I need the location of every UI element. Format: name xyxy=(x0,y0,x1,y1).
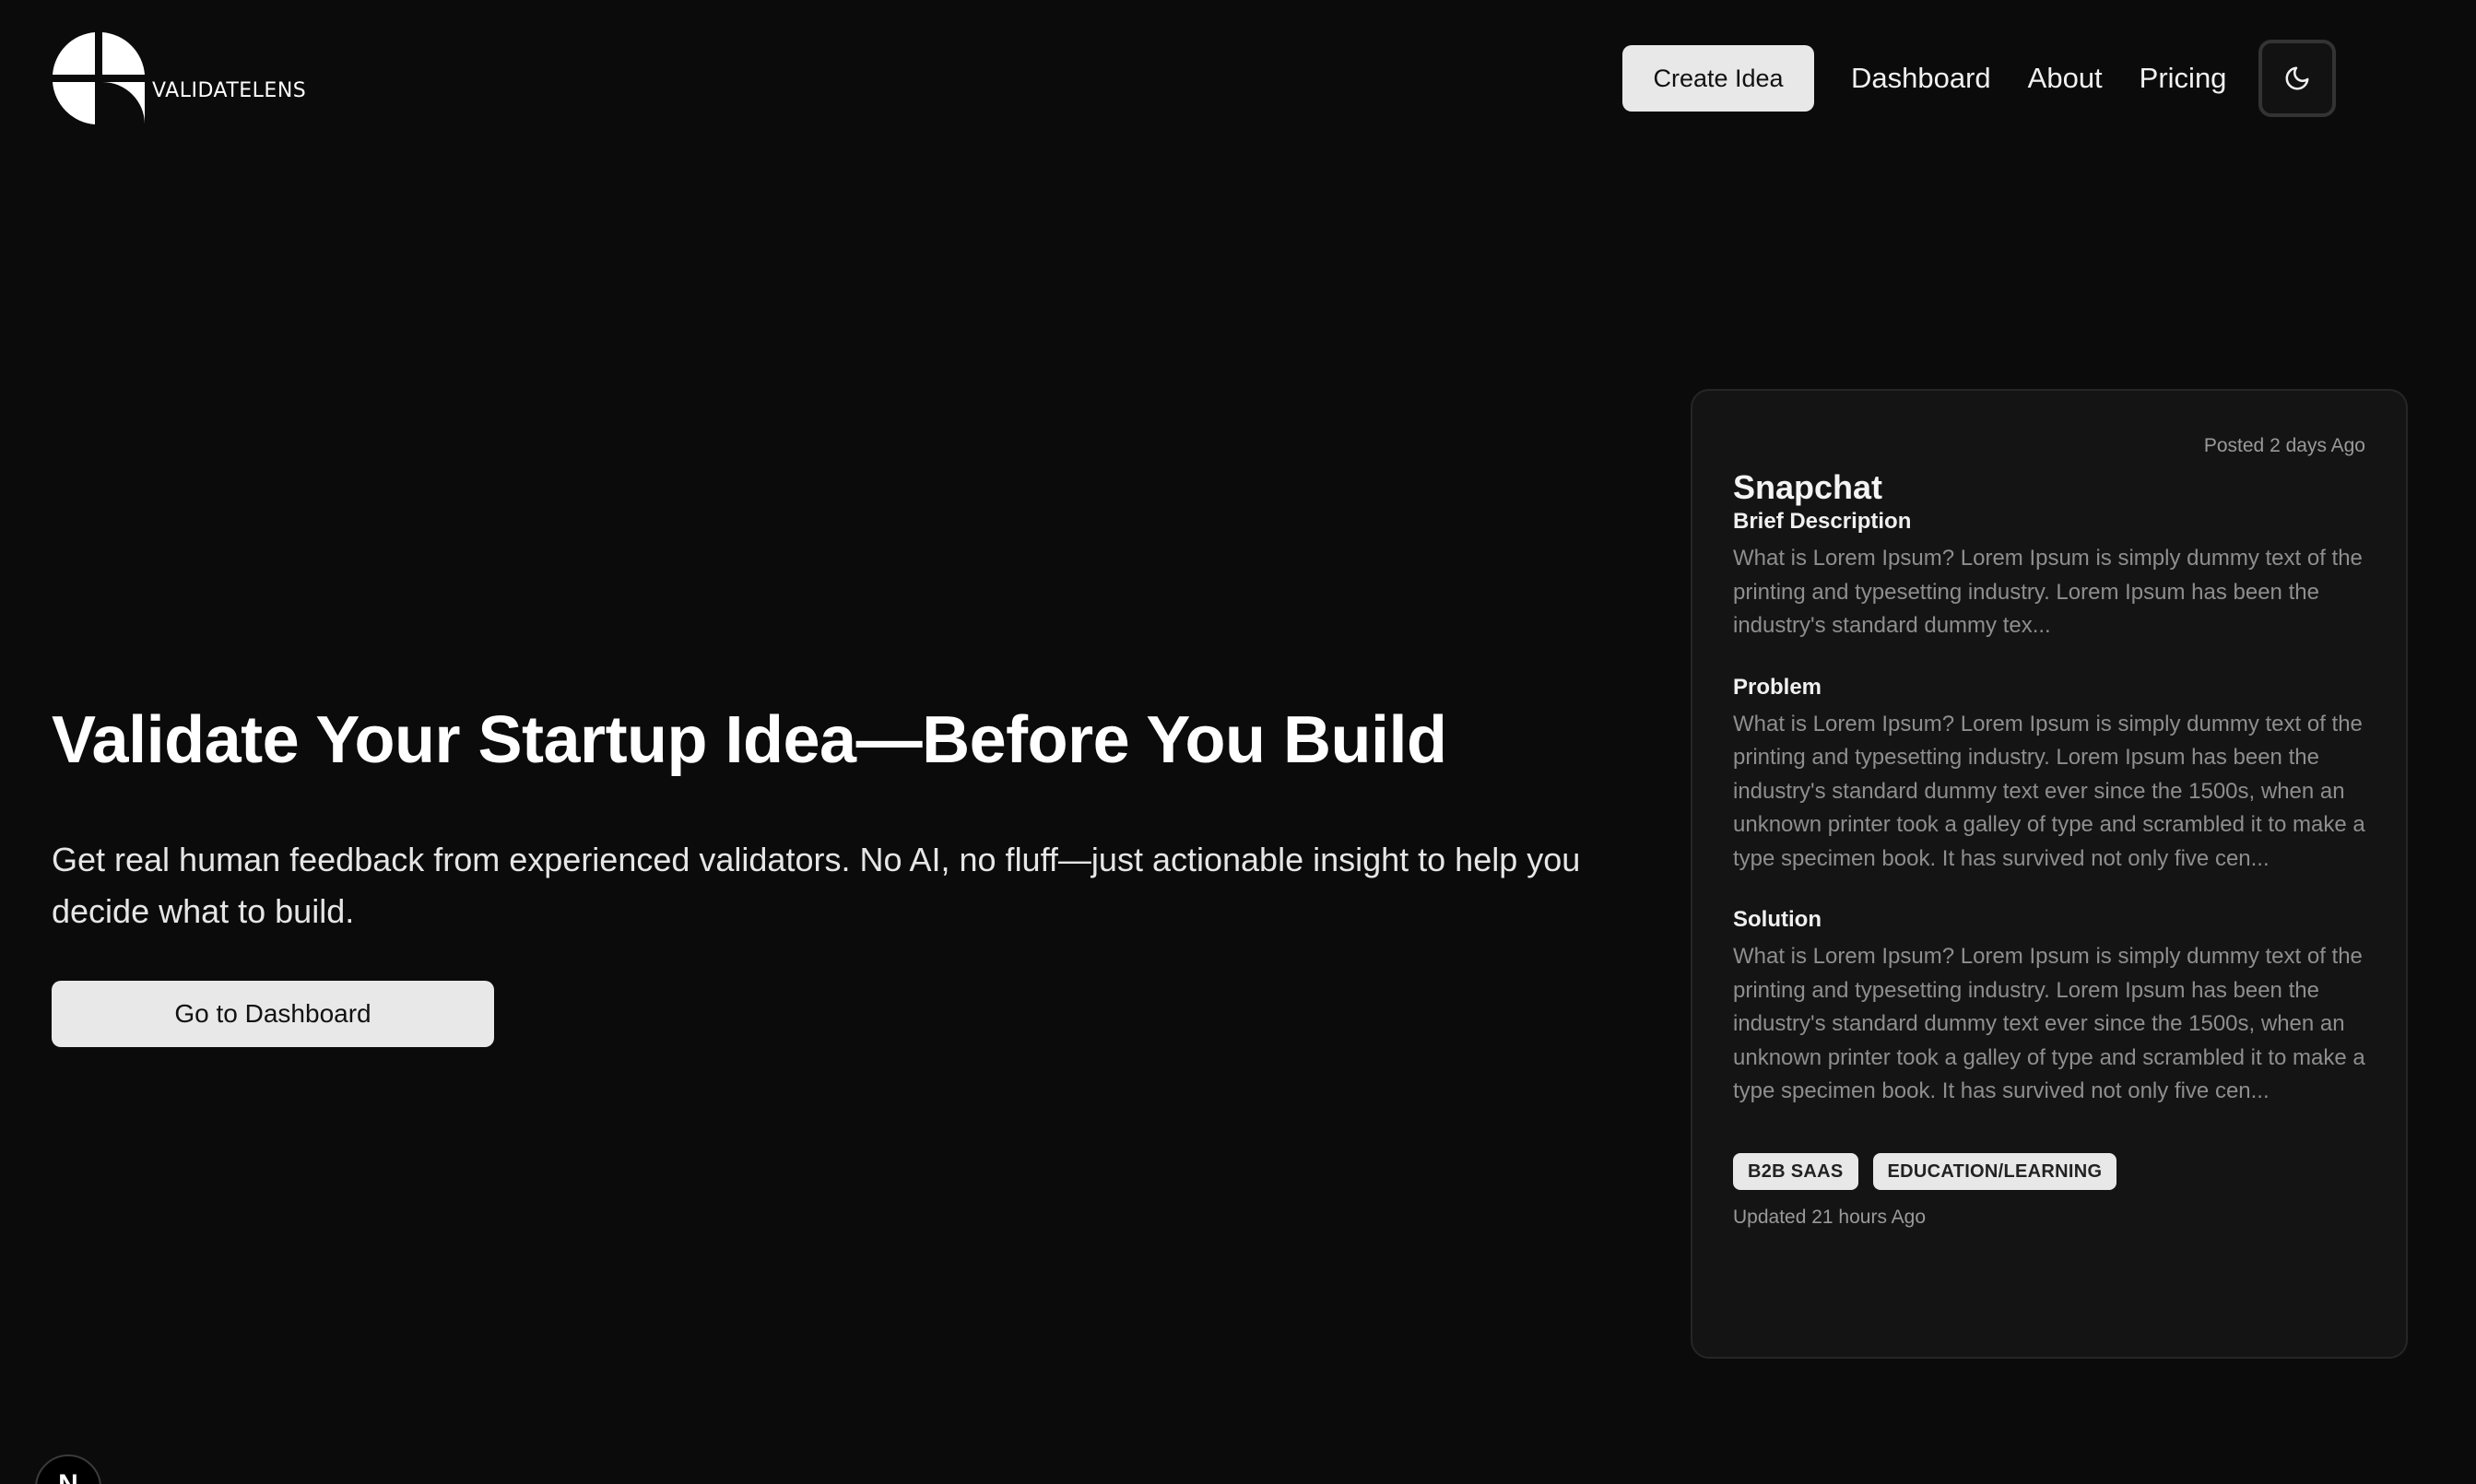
corner-n-badge[interactable]: N xyxy=(35,1455,101,1484)
hero-title: Validate Your Startup Idea—Before You Bu… xyxy=(52,703,1447,777)
problem-label: Problem xyxy=(1733,674,1822,700)
idea-card[interactable]: Posted 2 days Ago Snapchat Brief Descrip… xyxy=(1691,389,2408,1359)
updated-timestamp: Updated 21 hours Ago xyxy=(1733,1206,1926,1228)
idea-title: Snapchat xyxy=(1733,468,1883,506)
quartered-circle-logo-icon xyxy=(53,32,145,124)
moon-icon xyxy=(2286,66,2309,90)
brand-logo[interactable]: VALIDATELENS xyxy=(53,32,306,124)
brand-name: VALIDATELENS xyxy=(152,79,307,102)
solution-text: What is Lorem Ipsum? Lorem Ipsum is simp… xyxy=(1733,944,2365,1103)
brief-description-label: Brief Description xyxy=(1733,509,1912,534)
posted-timestamp: Posted 2 days Ago xyxy=(2203,435,2365,456)
nav-link-about[interactable]: About xyxy=(2028,62,2103,95)
tag-list: B2B SAAS EDUCATION/LEARNING xyxy=(1733,1152,2365,1190)
theme-toggle-button[interactable] xyxy=(2258,40,2337,117)
tag-b2b-saas: B2B SAAS xyxy=(1733,1152,1858,1190)
brief-description-text: What is Lorem Ipsum? Lorem Ipsum is simp… xyxy=(1733,546,2363,638)
nav-link-dashboard[interactable]: Dashboard xyxy=(1851,62,1991,95)
solution-label: Solution xyxy=(1733,907,1822,932)
top-nav: Create Idea Dashboard About Pricing xyxy=(1622,40,2337,117)
landing-page: VALIDATELENS Create Idea Dashboard About… xyxy=(0,0,2476,1484)
nav-link-pricing[interactable]: Pricing xyxy=(2140,62,2227,95)
hero-subtitle: Get real human feedback from experienced… xyxy=(52,841,1581,930)
create-idea-button[interactable]: Create Idea xyxy=(1622,45,1814,112)
go-to-dashboard-button[interactable]: Go to Dashboard xyxy=(52,981,494,1047)
tag-education-learning: EDUCATION/LEARNING xyxy=(1872,1152,2117,1190)
problem-text: What is Lorem Ipsum? Lorem Ipsum is simp… xyxy=(1733,711,2365,871)
